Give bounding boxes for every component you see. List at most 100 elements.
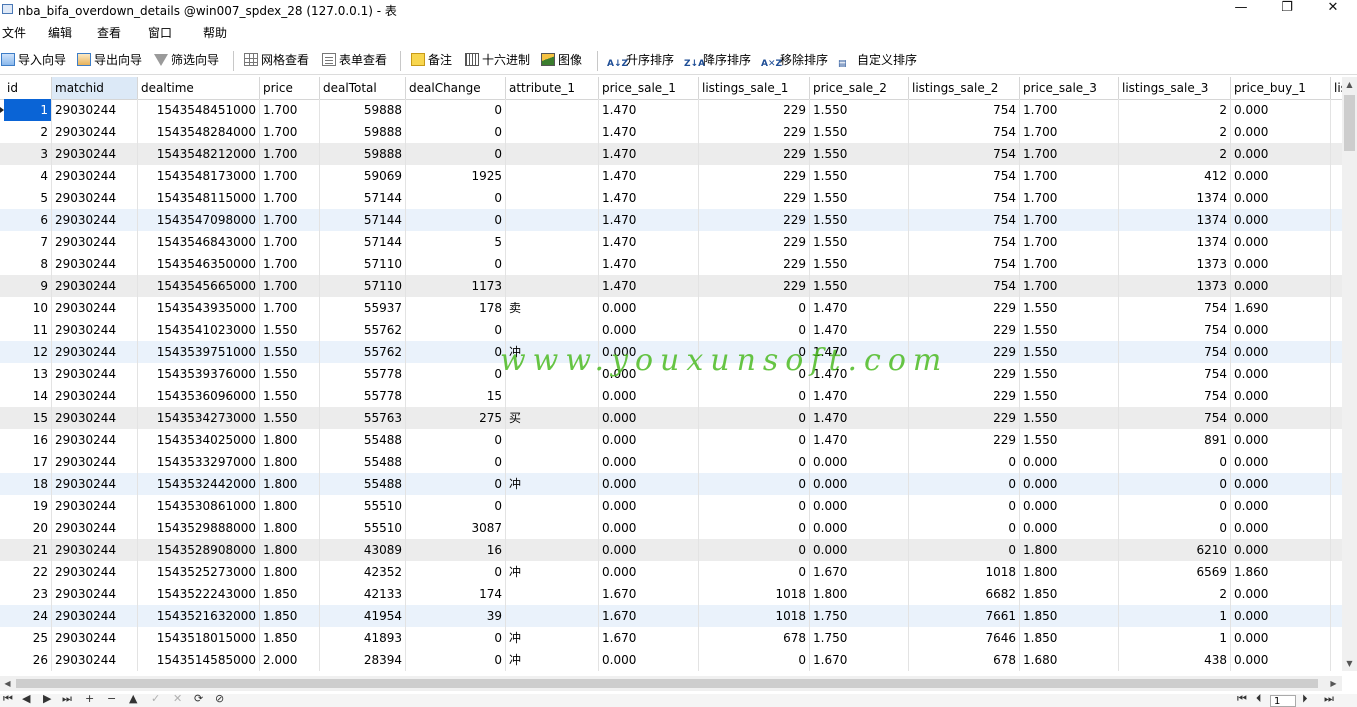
table-cell-dealchange[interactable]: 0 [406,121,506,143]
table-cell-price-sale-2[interactable]: 1.800 [810,583,909,605]
table-cell-price-sale-2[interactable]: 1.550 [810,165,909,187]
import-wizard-button[interactable]: 导入向导 [1,52,66,70]
table-cell-listings-sale-2[interactable]: 229 [909,341,1020,363]
table-cell-matchid[interactable]: 29030244 [52,363,138,385]
custom-sort-button[interactable]: ▤ 自定义排序 [838,52,917,70]
table-cell-dealchange[interactable]: 5 [406,231,506,253]
table-cell-overflow[interactable] [1331,341,1342,363]
table-cell-price-sale-3[interactable]: 1.700 [1020,165,1119,187]
table-cell-price-sale-1[interactable]: 0.000 [599,473,699,495]
table-cell-id[interactable]: 11 [4,319,52,341]
table-cell-price[interactable]: 1.550 [260,341,320,363]
table-cell-id[interactable]: 8 [4,253,52,275]
table-cell-dealchange[interactable]: 275 [406,407,506,429]
table-cell-price[interactable]: 1.850 [260,605,320,627]
table-cell-listings-sale-1[interactable]: 0 [699,429,810,451]
column-header-id[interactable]: id [4,77,52,99]
table-cell-dealchange[interactable]: 0 [406,319,506,341]
table-cell-listings-sale-2[interactable]: 754 [909,209,1020,231]
table-cell-price-sale-3[interactable]: 1.550 [1020,319,1119,341]
sort-ascending-button[interactable]: A↓Z升序排序 [607,52,674,70]
table-cell-dealtime[interactable]: 1543548212000 [138,143,260,165]
table-cell-overflow[interactable] [1331,385,1342,407]
table-cell-id[interactable]: 5 [4,187,52,209]
table-cell-dealtotal[interactable]: 57110 [320,253,406,275]
table-row[interactable]: 16 29030244 1543534025000 1.800 55488 0 0.000 0… [0,429,1342,451]
first-page-icon[interactable]: ⏮ [1237,694,1247,706]
table-cell-attribute-1[interactable] [506,363,599,385]
table-cell-listings-sale-3[interactable]: 754 [1119,341,1231,363]
table-cell-listings-sale-1[interactable]: 0 [699,319,810,341]
table-cell-matchid[interactable]: 29030244 [52,275,138,297]
table-cell-listings-sale-2[interactable]: 7646 [909,627,1020,649]
table-cell-matchid[interactable]: 29030244 [52,451,138,473]
page-number-input[interactable]: 1 [1270,695,1296,707]
table-cell-listings-sale-3[interactable]: 1374 [1119,209,1231,231]
table-cell-listings-sale-2[interactable]: 0 [909,517,1020,539]
table-cell-listings-sale-2[interactable]: 6682 [909,583,1020,605]
table-cell-listings-sale-2[interactable]: 754 [909,121,1020,143]
table-cell-dealtotal[interactable]: 59888 [320,121,406,143]
table-cell-dealchange[interactable]: 0 [406,187,506,209]
table-cell-listings-sale-1[interactable]: 0 [699,539,810,561]
table-cell-listings-sale-1[interactable]: 0 [699,649,810,671]
table-cell-price-buy-1[interactable]: 0.000 [1231,143,1331,165]
table-cell-price-sale-1[interactable]: 1.470 [599,121,699,143]
table-row[interactable]: 4 29030244 1543548173000 1.700 59069 1925 1.47… [0,165,1342,187]
table-cell-matchid[interactable]: 29030244 [52,297,138,319]
table-cell-id[interactable]: 18 [4,473,52,495]
table-cell-dealtotal[interactable]: 57110 [320,275,406,297]
column-header-price[interactable]: price [260,77,320,99]
table-cell-attribute-1[interactable] [506,209,599,231]
table-cell-dealtime[interactable]: 1543534025000 [138,429,260,451]
table-cell-price-buy-1[interactable]: 0.000 [1231,363,1331,385]
table-cell-price-sale-1[interactable]: 1.470 [599,253,699,275]
export-wizard-button[interactable]: 导出向导 [77,52,142,70]
table-cell-price-sale-1[interactable]: 1.670 [599,605,699,627]
table-cell-listings-sale-2[interactable]: 0 [909,451,1020,473]
table-cell-id[interactable]: 12 [4,341,52,363]
column-header-price-sale-2[interactable]: price_sale_2 [810,77,909,99]
table-row[interactable]: 8 29030244 1543546350000 1.700 57110 0 1.470 22… [0,253,1342,275]
table-cell-matchid[interactable]: 29030244 [52,649,138,671]
table-cell-price-buy-1[interactable]: 0.000 [1231,429,1331,451]
table-cell-attribute-1[interactable]: 卖 [506,297,599,319]
table-cell-overflow[interactable] [1331,561,1342,583]
table-cell-dealtotal[interactable]: 55762 [320,319,406,341]
table-cell-dealchange[interactable]: 0 [406,649,506,671]
table-cell-price-sale-2[interactable]: 1.550 [810,99,909,121]
table-cell-listings-sale-3[interactable]: 6569 [1119,561,1231,583]
table-row[interactable]: 17 29030244 1543533297000 1.800 55488 0 0.000 0… [0,451,1342,473]
scroll-up-icon[interactable]: ▲ [1342,77,1357,92]
table-row[interactable]: 21 29030244 1543528908000 1.800 43089 16 0.000… [0,539,1342,561]
table-cell-dealtotal[interactable]: 42133 [320,583,406,605]
table-cell-dealtotal[interactable]: 41954 [320,605,406,627]
table-cell-id[interactable]: 10 [4,297,52,319]
table-cell-dealchange[interactable]: 0 [406,561,506,583]
table-cell-dealtotal[interactable]: 55488 [320,429,406,451]
table-cell-price-buy-1[interactable]: 0.000 [1231,341,1331,363]
column-header-dealchange[interactable]: dealChange [406,77,506,99]
table-row[interactable]: 1 29030244 1543548451000 1.700 59888 0 1.470 22… [0,99,1342,121]
table-cell-overflow[interactable] [1331,495,1342,517]
table-cell-listings-sale-3[interactable]: 754 [1119,297,1231,319]
table-cell-price-sale-1[interactable]: 0.000 [599,297,699,319]
table-cell-price-buy-1[interactable]: 0.000 [1231,517,1331,539]
sort-descending-button[interactable]: Z↓A降序排序 [684,52,751,70]
table-cell-listings-sale-1[interactable]: 0 [699,451,810,473]
table-cell-dealtime[interactable]: 1543534273000 [138,407,260,429]
horizontal-scrollbar[interactable]: ◀ ▶ [0,676,1342,691]
table-cell-matchid[interactable]: 29030244 [52,121,138,143]
table-cell-dealtime[interactable]: 1543546843000 [138,231,260,253]
table-cell-listings-sale-1[interactable]: 0 [699,473,810,495]
table-cell-listings-sale-3[interactable]: 1373 [1119,253,1231,275]
table-cell-price[interactable]: 1.700 [260,253,320,275]
table-cell-price-sale-2[interactable]: 1.470 [810,297,909,319]
move-up-icon[interactable]: ▲ [129,694,137,706]
table-cell-price-buy-1[interactable]: 0.000 [1231,627,1331,649]
table-cell-dealchange[interactable]: 0 [406,253,506,275]
table-cell-dealtime[interactable]: 1543543935000 [138,297,260,319]
table-cell-price-sale-2[interactable]: 1.550 [810,121,909,143]
table-row[interactable]: 20 29030244 1543529888000 1.800 55510 3087 0.0… [0,517,1342,539]
table-cell-listings-sale-3[interactable]: 754 [1119,385,1231,407]
